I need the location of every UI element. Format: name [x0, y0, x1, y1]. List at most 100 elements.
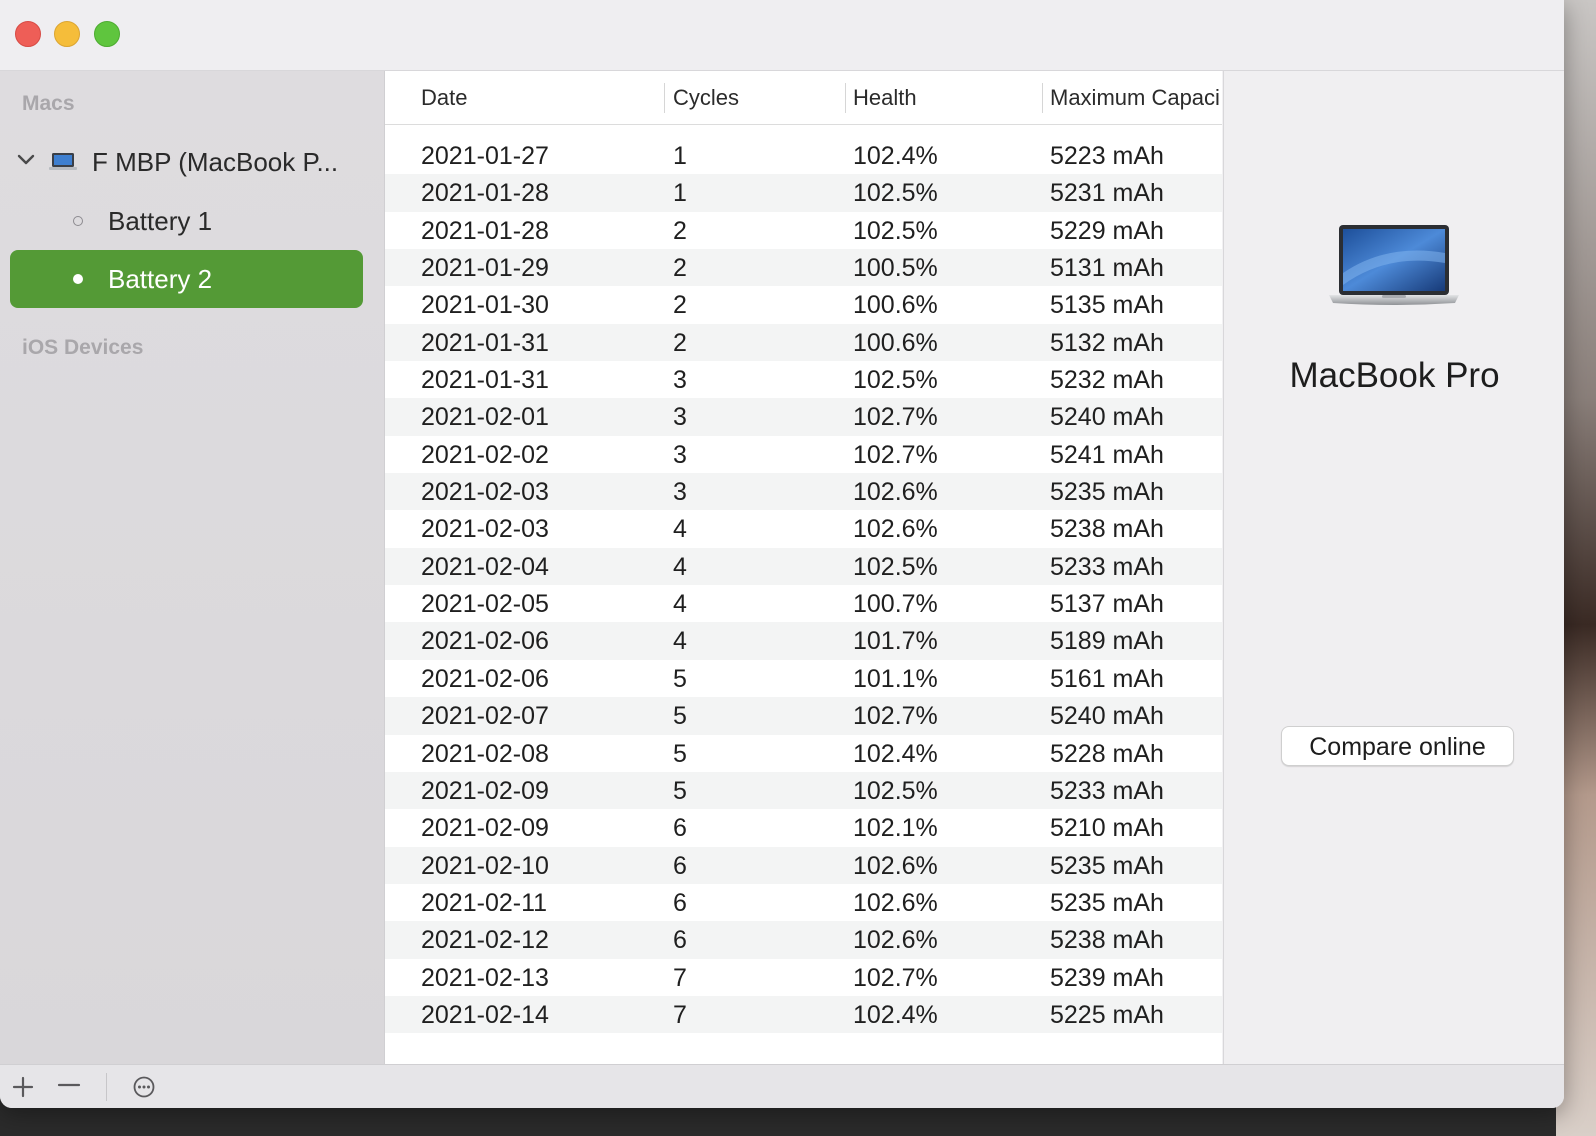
column-divider[interactable] — [1042, 83, 1043, 113]
cell-cycles: 3 — [673, 403, 687, 432]
cell-max-capacity: 5233 mAh — [1050, 776, 1164, 805]
cell-date: 2021-02-09 — [421, 814, 549, 843]
table-row[interactable]: 2021-01-31 2 100.6% 5132 mAh — [385, 323, 1222, 362]
cell-cycles: 4 — [673, 552, 687, 581]
cell-cycles: 2 — [673, 328, 687, 357]
cell-date: 2021-02-08 — [421, 739, 549, 768]
column-header-health[interactable]: Health — [853, 85, 917, 111]
cell-date: 2021-02-01 — [421, 403, 549, 432]
cell-max-capacity: 5233 mAh — [1050, 552, 1164, 581]
cell-date: 2021-02-03 — [421, 478, 549, 507]
cell-date: 2021-02-11 — [421, 888, 548, 917]
column-header-maximum-capacity[interactable]: Maximum Capaci — [1050, 85, 1220, 111]
table-row[interactable]: 2021-02-11 6 102.6% 5235 mAh — [385, 884, 1222, 921]
cell-date: 2021-01-29 — [421, 254, 549, 283]
cell-max-capacity: 5228 mAh — [1050, 739, 1164, 768]
zoom-window-button[interactable] — [94, 21, 120, 47]
cell-health: 102.6% — [853, 515, 938, 544]
column-header-cycles[interactable]: Cycles — [673, 85, 739, 111]
cell-health: 101.1% — [853, 664, 938, 693]
sidebar-item-label: Battery 2 — [108, 264, 213, 294]
column-divider[interactable] — [845, 83, 846, 113]
cell-health: 102.4% — [853, 739, 938, 768]
cell-date: 2021-01-27 — [421, 142, 549, 170]
table-row[interactable]: 2021-01-28 1 102.5% 5231 mAh — [385, 174, 1222, 212]
table-row[interactable]: 2021-02-13 7 102.7% 5239 mAh — [385, 959, 1222, 996]
table-row[interactable]: 2021-02-05 4 100.7% 5137 mAh — [385, 585, 1222, 622]
cell-max-capacity: 5137 mAh — [1050, 590, 1164, 619]
sidebar-item-battery-1[interactable]: Battery 1 — [10, 192, 363, 250]
cell-max-capacity: 5240 mAh — [1050, 403, 1164, 432]
compare-online-button[interactable]: Compare online — [1281, 726, 1514, 766]
table-row[interactable]: 2021-02-12 6 102.6% 5238 mAh — [385, 921, 1222, 959]
section-header-ios-devices: iOS Devices — [22, 336, 144, 359]
plus-icon[interactable] — [9, 1073, 37, 1101]
title-bar[interactable] — [0, 0, 1564, 71]
minimize-window-button[interactable] — [54, 21, 80, 47]
table-row[interactable]: 2021-02-04 4 102.5% 5233 mAh — [385, 547, 1222, 586]
cell-health: 102.4% — [853, 142, 938, 170]
cell-date: 2021-02-09 — [421, 776, 549, 805]
sidebar-item-mac[interactable]: F MBP (MacBook P... — [10, 133, 363, 191]
table-row[interactable]: 2021-02-07 5 102.7% 5240 mAh — [385, 697, 1222, 735]
cell-cycles: 5 — [673, 739, 687, 768]
table-row[interactable]: 2021-02-10 6 102.6% 5235 mAh — [385, 846, 1222, 884]
table-row[interactable]: 2021-02-01 3 102.7% 5240 mAh — [385, 398, 1222, 436]
column-divider[interactable] — [664, 83, 665, 113]
table-row[interactable]: 2021-01-28 2 102.5% 5229 mAh — [385, 212, 1222, 249]
cell-date: 2021-02-03 — [421, 515, 549, 544]
cell-health: 102.5% — [853, 179, 938, 208]
table-row[interactable]: 2021-02-08 5 102.4% 5228 mAh — [385, 735, 1222, 772]
table-row[interactable]: 2021-01-27 1 102.4% 5223 mAh — [385, 137, 1222, 174]
cell-health: 102.6% — [853, 926, 938, 955]
cell-max-capacity: 5241 mAh — [1050, 440, 1164, 469]
table-row[interactable]: 2021-01-31 3 102.5% 5232 mAh — [385, 361, 1222, 398]
table-row[interactable]: 2021-02-09 5 102.5% 5233 mAh — [385, 771, 1222, 810]
table-row[interactable]: 2021-02-06 4 101.7% 5189 mAh — [385, 622, 1222, 660]
cell-max-capacity: 5210 mAh — [1050, 814, 1164, 843]
chevron-down-icon[interactable] — [16, 150, 36, 170]
cell-date: 2021-02-13 — [421, 963, 549, 992]
cell-cycles: 3 — [673, 478, 687, 507]
device-model-name: MacBook Pro — [1289, 356, 1500, 395]
cell-max-capacity: 5238 mAh — [1050, 926, 1164, 955]
table-row[interactable]: 2021-02-03 4 102.6% 5238 mAh — [385, 510, 1222, 547]
battery-history-table[interactable]: Date Cycles Health Maximum Capaci 2021-0… — [385, 71, 1222, 1064]
cell-max-capacity: 5135 mAh — [1050, 291, 1164, 320]
minus-icon[interactable] — [55, 1073, 83, 1101]
cell-max-capacity: 5235 mAh — [1050, 478, 1164, 507]
cell-health: 102.5% — [853, 776, 938, 805]
cell-date: 2021-02-12 — [421, 926, 549, 955]
laptop-icon — [49, 153, 77, 170]
cell-health: 102.5% — [853, 366, 938, 395]
cell-date: 2021-02-10 — [421, 851, 549, 880]
cell-max-capacity: 5238 mAh — [1050, 515, 1164, 544]
table-row[interactable]: 2021-01-29 2 100.5% 5131 mAh — [385, 249, 1222, 287]
table-row[interactable]: 2021-02-09 6 102.1% 5210 mAh — [385, 809, 1222, 846]
table-row[interactable]: 2021-02-06 5 101.1% 5161 mAh — [385, 660, 1222, 697]
cell-health: 102.1% — [853, 814, 938, 843]
cell-max-capacity: 5231 mAh — [1050, 179, 1164, 208]
sidebar-item-battery-2[interactable]: Battery 2 — [10, 250, 363, 308]
close-window-button[interactable] — [15, 21, 41, 47]
cell-cycles: 5 — [673, 664, 687, 693]
table-row[interactable]: 2021-01-30 2 100.6% 5135 mAh — [385, 286, 1222, 323]
table-row[interactable]: 2021-02-14 7 102.4% 5225 mAh — [385, 995, 1222, 1034]
cell-health: 102.4% — [853, 1000, 938, 1029]
cell-date: 2021-01-31 — [421, 366, 549, 395]
table-body: 2021-01-27 1 102.4% 5223 mAh 2021-01-28 1 102.… — [385, 137, 1222, 1034]
cell-date: 2021-02-02 — [421, 440, 549, 469]
table-row[interactable]: 2021-02-03 3 102.6% 5235 mAh — [385, 473, 1222, 511]
cell-cycles: 2 — [673, 254, 687, 283]
more-options-icon[interactable] — [130, 1073, 158, 1101]
sidebar-item-label: Battery 1 — [108, 206, 213, 236]
cell-health: 102.7% — [853, 440, 938, 469]
cell-health: 102.7% — [853, 702, 938, 731]
table-row[interactable]: 2021-02-02 3 102.7% 5241 mAh — [385, 436, 1222, 473]
cell-health: 100.6% — [853, 291, 938, 320]
cell-cycles: 2 — [673, 216, 687, 245]
bottom-toolbar — [0, 1064, 1564, 1108]
cell-health: 102.5% — [853, 216, 938, 245]
cell-max-capacity: 5225 mAh — [1050, 1000, 1164, 1029]
column-header-date[interactable]: Date — [421, 85, 467, 111]
